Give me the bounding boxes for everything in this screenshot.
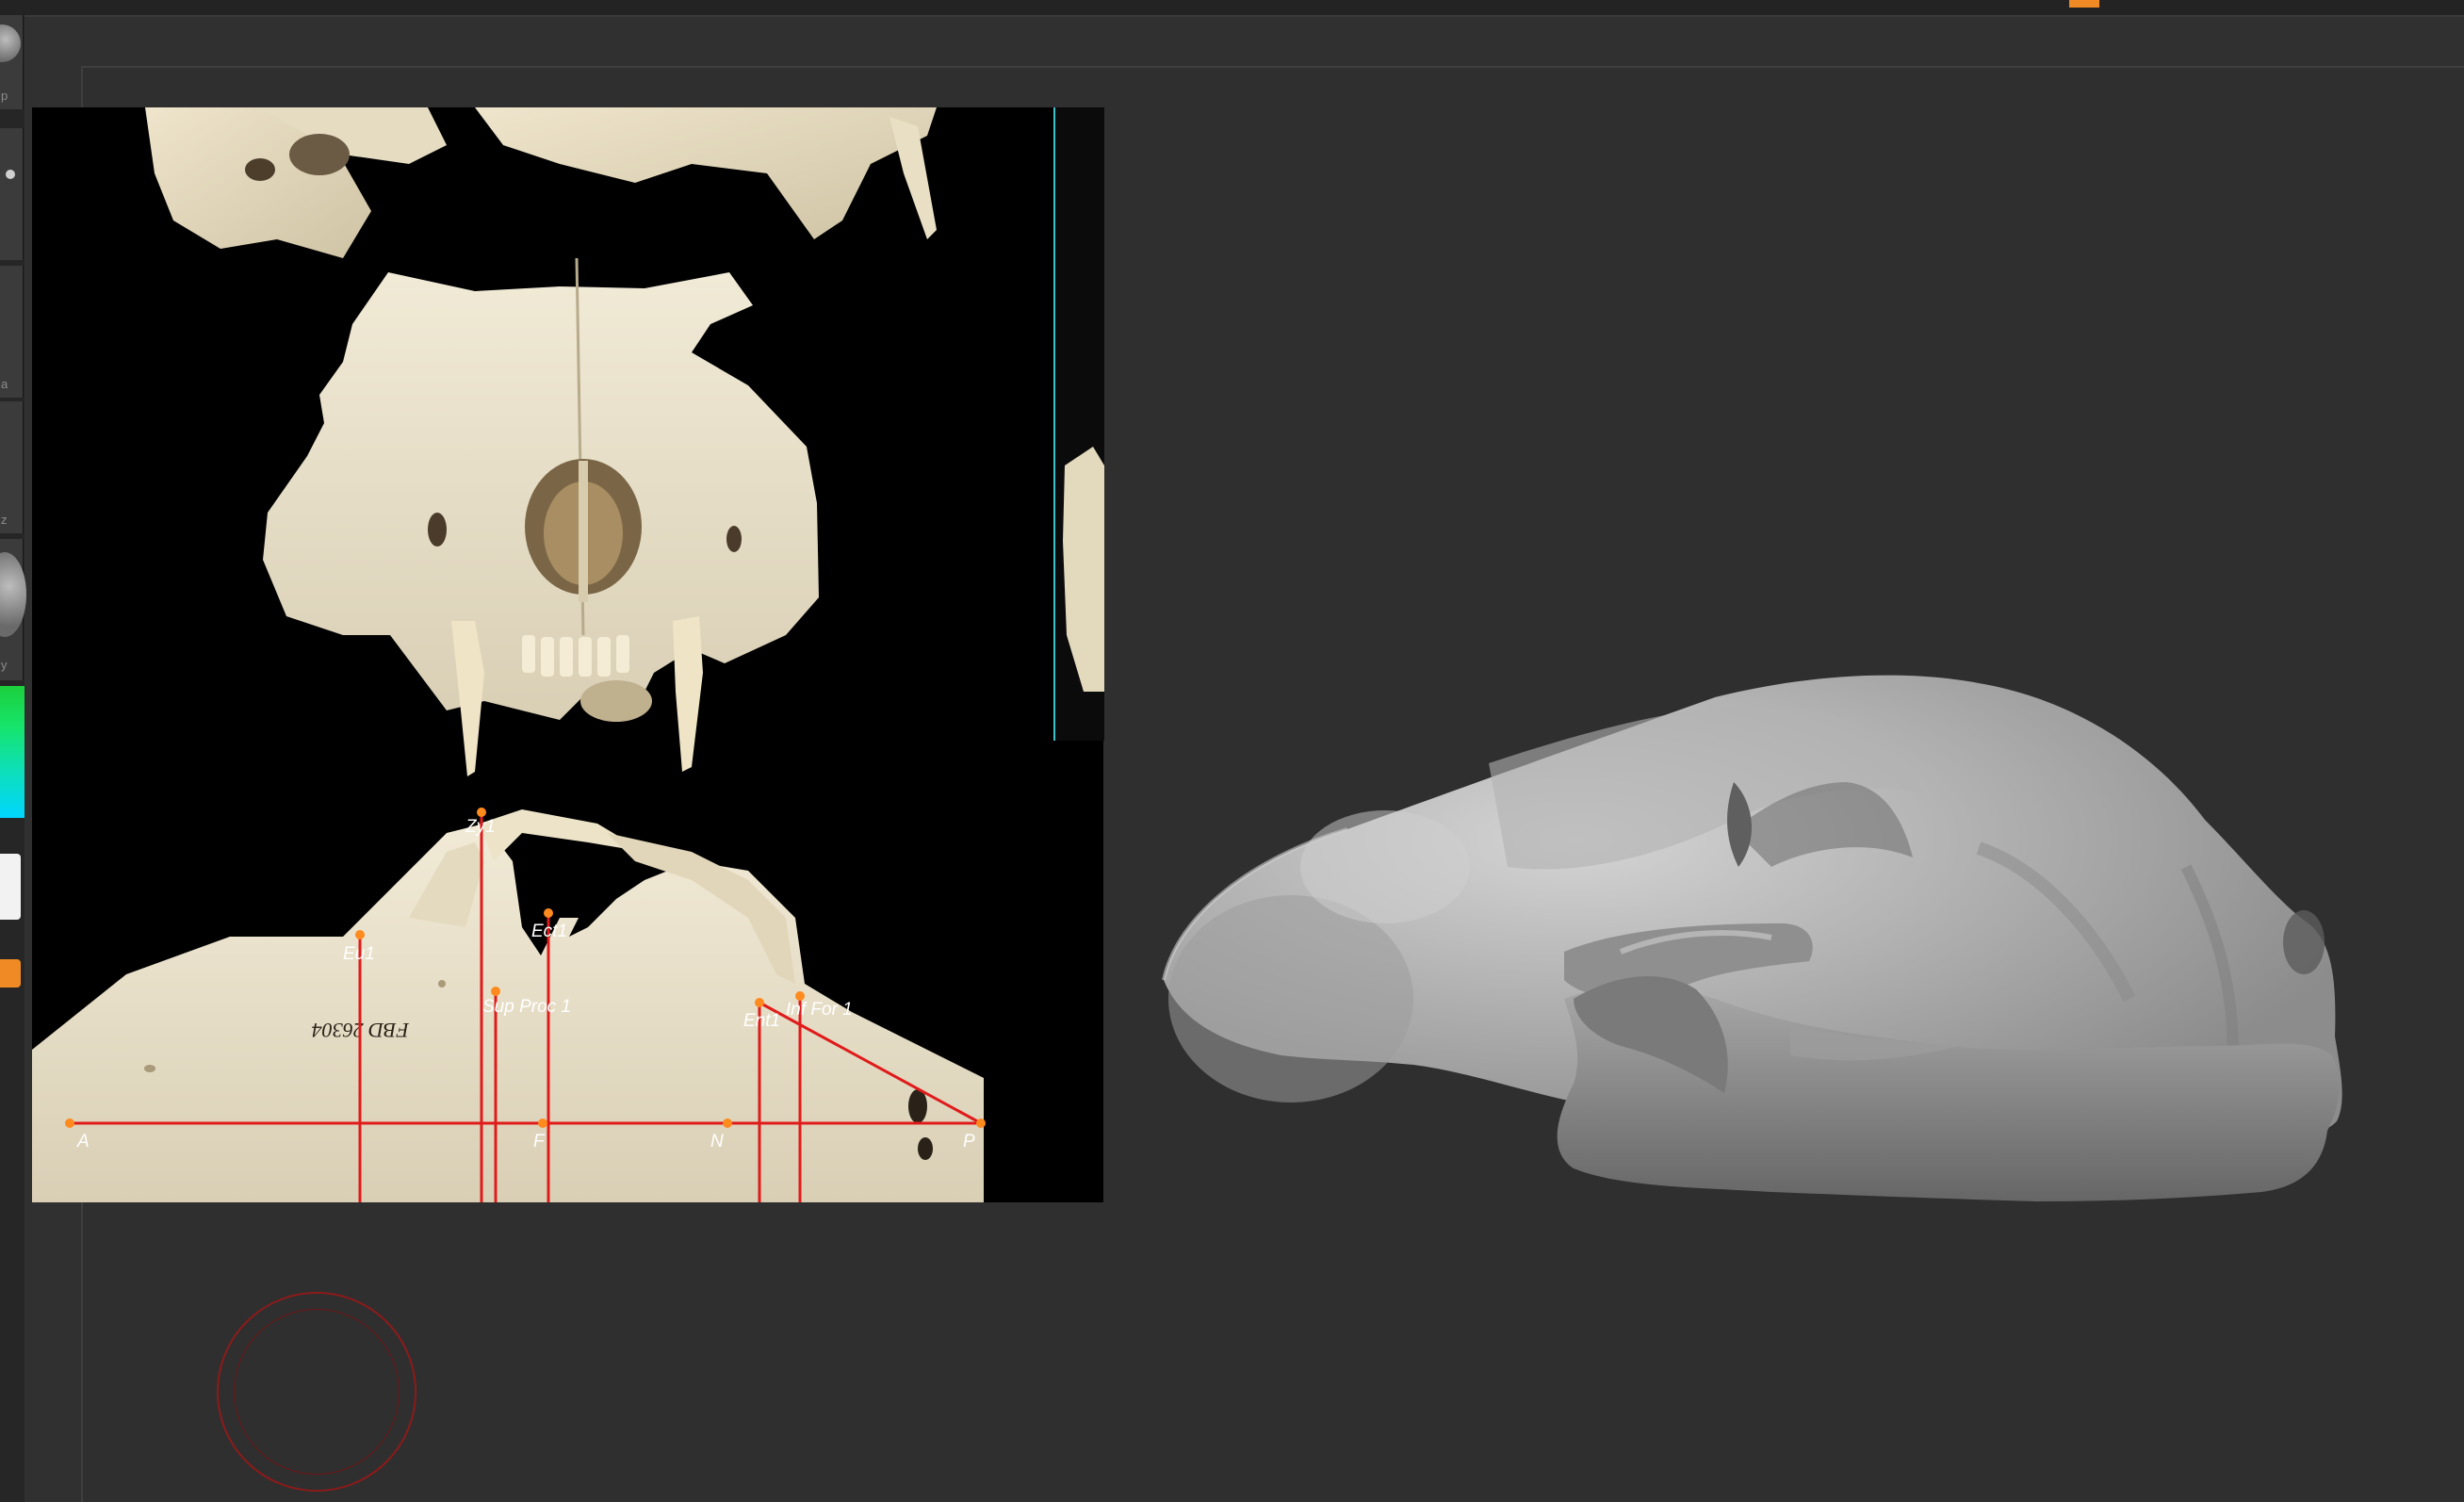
landmark-label-p: P bbox=[963, 1132, 975, 1151]
secondary-color-swatch[interactable] bbox=[0, 959, 21, 988]
stroke-slot[interactable] bbox=[0, 128, 24, 260]
landmark-label-eu1: Eu1 bbox=[343, 944, 375, 964]
tool-caption: z bbox=[1, 513, 8, 527]
reference-photo-svg: FBD 26304 Zy1 Eu1 Ect1 Sup Proc 1 Ent1 I… bbox=[32, 107, 986, 1202]
landmark-label-zy1: Zy1 bbox=[465, 817, 496, 837]
tool-caption: y bbox=[1, 658, 8, 672]
skull-frontal-view bbox=[263, 257, 819, 776]
texture-slot[interactable]: z bbox=[0, 401, 24, 533]
reference-image[interactable]: FBD 26304 Zy1 Eu1 Ect1 Sup Proc 1 Ent1 I… bbox=[32, 107, 1103, 1202]
landmark-label-n: N bbox=[710, 1132, 724, 1151]
landmark-point[interactable] bbox=[723, 1118, 732, 1128]
skull-ventral-view bbox=[145, 107, 937, 258]
landmark-point[interactable] bbox=[755, 998, 764, 1007]
tool-caption: p bbox=[1, 89, 8, 103]
brush-slot[interactable]: p bbox=[0, 15, 24, 109]
top-menu-strip bbox=[0, 0, 2464, 17]
landmark-label-ent1: Ent1 bbox=[743, 1011, 780, 1031]
left-tool-strip: p a z y bbox=[0, 15, 26, 1502]
material-slot[interactable]: y bbox=[0, 539, 26, 680]
landmark-point[interactable] bbox=[355, 930, 365, 939]
zbrush-workspace: p a z y FBD 26304 Zy1 Eu1 Ect1 Sup Proc … bbox=[0, 0, 2464, 1502]
brush-cursor-inner-ring bbox=[234, 1309, 400, 1475]
tool-caption: a bbox=[1, 377, 8, 391]
sculpted-skull-model[interactable] bbox=[1131, 641, 2374, 1395]
landmark-point[interactable] bbox=[65, 1118, 74, 1128]
landmark-point[interactable] bbox=[491, 987, 500, 996]
landmark-point[interactable] bbox=[538, 1118, 547, 1128]
main-color-swatch[interactable] bbox=[0, 854, 21, 920]
landmark-label-a: A bbox=[76, 1132, 90, 1151]
color-picker[interactable] bbox=[0, 686, 24, 818]
side-reference-svg bbox=[1063, 447, 1104, 692]
accent-marker[interactable] bbox=[2069, 0, 2099, 8]
landmark-point[interactable] bbox=[477, 808, 486, 817]
landmark-point[interactable] bbox=[544, 908, 553, 918]
reference-side-panel[interactable] bbox=[1053, 107, 1104, 741]
stroke-dot-icon bbox=[6, 170, 15, 179]
brush-cursor bbox=[217, 1292, 416, 1492]
landmark-label-f: F bbox=[533, 1132, 546, 1151]
landmark-point[interactable] bbox=[976, 1118, 986, 1128]
material-sphere-icon bbox=[0, 552, 26, 637]
alpha-slot[interactable]: a bbox=[0, 266, 24, 398]
brush-preview-icon bbox=[0, 24, 21, 62]
landmark-label-inf-for-1: Inf For 1 bbox=[786, 1000, 853, 1020]
landmark-label-ect1: Ect1 bbox=[531, 922, 567, 941]
skull-mesh bbox=[1162, 675, 2342, 1201]
landmark-label-sup-proc-1: Sup Proc 1 bbox=[482, 997, 571, 1017]
